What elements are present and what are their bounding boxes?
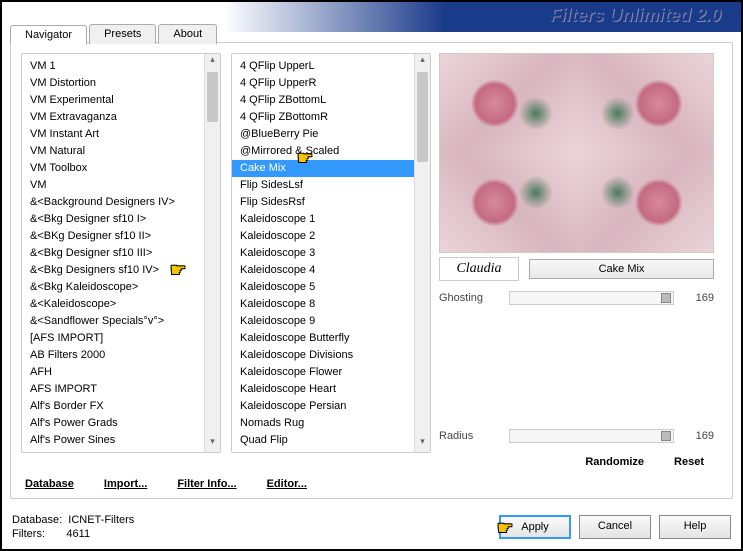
import-link[interactable]: Import... <box>104 478 147 490</box>
list-item[interactable]: Alf's Border FX <box>22 398 220 415</box>
category-list[interactable]: VM 1VM DistortionVM ExperimentalVM Extra… <box>21 53 221 453</box>
slider-track[interactable] <box>509 429 674 443</box>
list-item[interactable]: Kaleidoscope 9 <box>232 313 430 330</box>
list-item[interactable]: Quad Flip <box>232 432 430 449</box>
filters-label: Filters: <box>12 528 45 540</box>
list-item[interactable]: &<Background Designers IV> <box>22 194 220 211</box>
list-item[interactable]: @BlueBerry Pie <box>232 126 430 143</box>
list-item[interactable]: Alf's Power Sines <box>22 432 220 449</box>
list-item[interactable]: Kaleidoscope Butterfly <box>232 330 430 347</box>
list-item[interactable]: Flip SidesRsf <box>232 194 430 211</box>
watermark-logo: Claudia <box>439 257 519 281</box>
list-item[interactable]: Radial Mirror <box>232 449 430 453</box>
reset-button[interactable]: Reset <box>674 456 704 468</box>
list-item[interactable]: AFS IMPORT <box>22 381 220 398</box>
list-item[interactable]: VM Natural <box>22 143 220 160</box>
list-item[interactable]: VM Distortion <box>22 75 220 92</box>
list-item[interactable]: AB Filters 2000 <box>22 347 220 364</box>
filter-name-display: Cake Mix <box>529 259 714 279</box>
scrollbar[interactable] <box>414 54 430 452</box>
apply-button[interactable]: Apply <box>499 515 571 539</box>
list-item[interactable]: VM <box>22 177 220 194</box>
slider-thumb[interactable] <box>661 431 671 441</box>
list-item[interactable]: VM Toolbox <box>22 160 220 177</box>
main-panel: VM 1VM DistortionVM ExperimentalVM Extra… <box>10 42 733 499</box>
tab-navigator[interactable]: Navigator <box>10 25 87 45</box>
list-item[interactable]: [AFS IMPORT] <box>22 330 220 347</box>
slider-value: 169 <box>684 292 714 304</box>
list-item[interactable]: Kaleidoscope 8 <box>232 296 430 313</box>
link-bar: Database Import... Filter Info... Editor… <box>25 478 718 490</box>
list-item[interactable]: &<Bkg Kaleidoscope> <box>22 279 220 296</box>
list-item[interactable]: &<Bkg Designer sf10 III> <box>22 245 220 262</box>
list-item[interactable]: &<Sandflower Specials°v°> <box>22 313 220 330</box>
list-item[interactable]: 4 QFlip ZBottomR <box>232 109 430 126</box>
list-item[interactable]: Kaleidoscope Heart <box>232 381 430 398</box>
app-title: Filters Unlimited 2.0 <box>550 5 721 26</box>
list-item[interactable]: Alf's Power Grads <box>22 415 220 432</box>
status-bar: Database: ICNET-Filters Filters: 4611 <box>12 513 134 541</box>
db-label: Database: <box>12 514 62 526</box>
list-item[interactable]: 4 QFlip UpperL <box>232 58 430 75</box>
slider-label: Radius <box>439 430 499 442</box>
randomize-button[interactable]: Randomize <box>585 456 644 468</box>
slider-track[interactable] <box>509 291 674 305</box>
list-item[interactable]: @Mirrored & Scaled <box>232 143 430 160</box>
list-item[interactable]: Kaleidoscope 1 <box>232 211 430 228</box>
slider-thumb[interactable] <box>661 293 671 303</box>
help-button[interactable]: Help <box>659 515 731 539</box>
list-item[interactable]: AFH <box>22 364 220 381</box>
list-item[interactable]: &<Bkg Designers sf10 IV> <box>22 262 220 279</box>
list-item[interactable]: &<Bkg Designer sf10 I> <box>22 211 220 228</box>
list-item[interactable]: Kaleidoscope 3 <box>232 245 430 262</box>
button-bar: Apply Cancel Help <box>499 515 731 539</box>
list-item[interactable]: &<Kaleidoscope> <box>22 296 220 313</box>
tab-about[interactable]: About <box>158 24 217 44</box>
database-link[interactable]: Database <box>25 478 74 490</box>
scroll-thumb[interactable] <box>417 72 428 162</box>
preview-image <box>439 53 714 253</box>
slider-area: Ghosting 169 Radius 169 <box>439 291 714 452</box>
tab-presets[interactable]: Presets <box>89 24 156 44</box>
list-item[interactable]: 4 QFlip UpperR <box>232 75 430 92</box>
right-panel: Claudia Cake Mix Ghosting 169 Radius 169… <box>431 53 722 468</box>
tab-bar: Navigator Presets About <box>10 24 219 44</box>
list-item[interactable]: Kaleidoscope 4 <box>232 262 430 279</box>
list-item[interactable]: Alf's Power Toys <box>22 449 220 453</box>
filter-info-link[interactable]: Filter Info... <box>177 478 236 490</box>
slider-ghosting: Ghosting 169 <box>439 291 714 305</box>
db-value: ICNET-Filters <box>68 514 134 526</box>
list-item[interactable]: Kaleidoscope 2 <box>232 228 430 245</box>
scrollbar[interactable] <box>204 54 220 452</box>
list-item[interactable]: Nomads Rug <box>232 415 430 432</box>
list-item[interactable]: Kaleidoscope Persian <box>232 398 430 415</box>
list-item[interactable]: Cake Mix <box>232 160 430 177</box>
list-item[interactable]: VM 1 <box>22 58 220 75</box>
list-item[interactable]: Kaleidoscope Flower <box>232 364 430 381</box>
list-item[interactable]: Kaleidoscope 5 <box>232 279 430 296</box>
list-item[interactable]: VM Extravaganza <box>22 109 220 126</box>
list-item[interactable]: VM Experimental <box>22 92 220 109</box>
list-item[interactable]: Kaleidoscope Divisions <box>232 347 430 364</box>
filter-list[interactable]: 4 QFlip UpperL4 QFlip UpperR4 QFlip ZBot… <box>231 53 431 453</box>
slider-label: Ghosting <box>439 292 499 304</box>
cancel-button[interactable]: Cancel <box>579 515 651 539</box>
list-item[interactable]: VM Instant Art <box>22 126 220 143</box>
list-item[interactable]: 4 QFlip ZBottomL <box>232 92 430 109</box>
slider-radius: Radius 169 <box>439 429 714 443</box>
list-item[interactable]: Flip SidesLsf <box>232 177 430 194</box>
slider-value: 169 <box>684 430 714 442</box>
filters-value: 4611 <box>66 528 90 540</box>
list-item[interactable]: &<BKg Designer sf10 II> <box>22 228 220 245</box>
editor-link[interactable]: Editor... <box>267 478 307 490</box>
scroll-thumb[interactable] <box>207 72 218 122</box>
